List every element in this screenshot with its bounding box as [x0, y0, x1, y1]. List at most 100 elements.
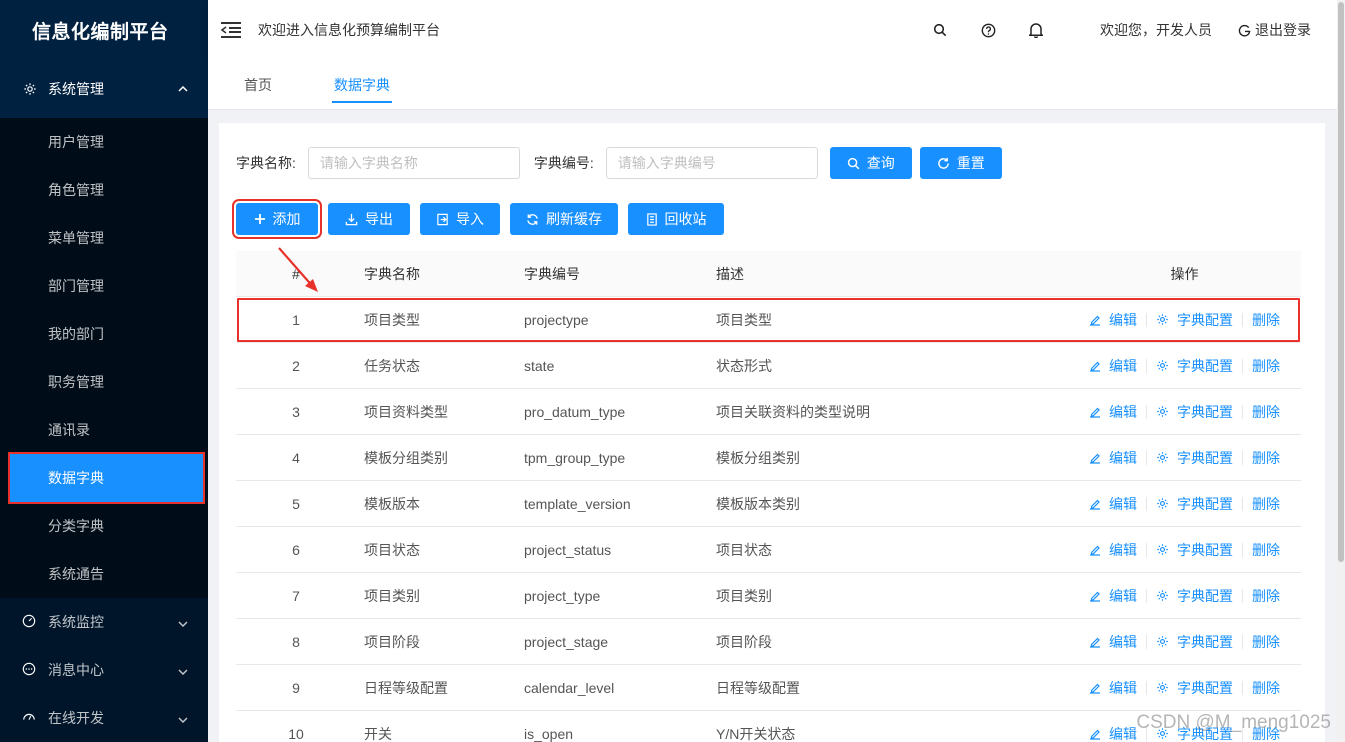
delete-link[interactable]: 删除: [1252, 632, 1280, 652]
divider: [1242, 358, 1243, 373]
delete-link[interactable]: 删除: [1252, 678, 1280, 698]
bell-icon[interactable]: [1028, 22, 1044, 38]
logout-button[interactable]: 退出登录: [1238, 20, 1311, 40]
scrollbar-thumb[interactable]: [1338, 2, 1344, 562]
sidebar-item-data-dictionary[interactable]: 数据字典: [8, 452, 205, 504]
header-actions: 欢迎您，开发人员 退出登录: [916, 0, 1337, 60]
edit-link[interactable]: 编辑: [1089, 356, 1137, 376]
reset-icon: [937, 157, 949, 169]
delete-link[interactable]: 删除: [1252, 310, 1280, 330]
search-icon[interactable]: [932, 22, 948, 38]
sidebar-item-category-dictionary[interactable]: 分类字典: [0, 502, 208, 550]
query-button[interactable]: 查询: [829, 147, 912, 179]
help-icon[interactable]: [980, 22, 996, 38]
dict-config-link[interactable]: 字典配置: [1156, 678, 1233, 698]
cell-desc: 项目类别: [716, 587, 772, 604]
annotation-arrow: [278, 247, 318, 292]
sidebar-item-departments[interactable]: 部门管理: [0, 262, 208, 310]
divider: [1146, 450, 1147, 465]
reset-button[interactable]: 重置: [919, 147, 1002, 179]
watermark: CSDN @M_meng1025: [1136, 712, 1331, 733]
sidebar-item-roles[interactable]: 角色管理: [0, 166, 208, 214]
cell-code: project_status: [524, 541, 612, 558]
delete-link[interactable]: 删除: [1252, 356, 1280, 376]
edit-label: 编辑: [1109, 541, 1137, 558]
table-row: 7 项目类别 project_type 项目类别 编辑 字典配置 删除: [236, 573, 1301, 619]
cell-actions: 编辑 字典配置 删除: [1008, 678, 1301, 698]
edit-link[interactable]: 编辑: [1089, 540, 1137, 560]
refresh-cache-button[interactable]: 刷新缓存: [510, 203, 618, 235]
edit-link[interactable]: 编辑: [1089, 448, 1137, 468]
cell-code: project_stage: [524, 633, 609, 650]
welcome-text: 欢迎进入信息化预算编制平台: [258, 22, 440, 38]
menu-group-monitor[interactable]: 系统监控: [0, 598, 208, 646]
reset-label: 重置: [956, 155, 985, 171]
add-button[interactable]: 添加: [232, 199, 322, 239]
edit-icon: [1089, 636, 1105, 648]
add-label: 添加: [272, 211, 301, 227]
dict-config-link[interactable]: 字典配置: [1156, 632, 1233, 652]
delete-link[interactable]: 删除: [1252, 494, 1280, 514]
edit-link[interactable]: 编辑: [1089, 678, 1137, 698]
edit-icon: [1089, 406, 1105, 418]
dict-name-input[interactable]: 请输入字典名称: [307, 147, 520, 179]
menu-group-label: 系统监控: [48, 614, 104, 630]
delete-link[interactable]: 删除: [1252, 402, 1280, 422]
sidebar-item-contacts[interactable]: 通讯录: [0, 406, 208, 454]
message-icon: [22, 662, 38, 678]
edit-label: 编辑: [1109, 495, 1137, 512]
cell-actions: 编辑 字典配置 删除: [1008, 356, 1301, 376]
edit-link[interactable]: 编辑: [1089, 402, 1137, 422]
import-button[interactable]: 导入: [420, 203, 500, 235]
header-code: 字典编号: [524, 265, 580, 282]
user-greeting[interactable]: 欢迎您，开发人员: [1100, 20, 1212, 40]
cell-index: 5: [292, 495, 300, 512]
divider: [1146, 404, 1147, 419]
cell-code: pro_datum_type: [524, 403, 626, 420]
scrollbar[interactable]: [1337, 0, 1345, 742]
table-row: 6 项目状态 project_status 项目状态 编辑 字典配置 删除: [236, 527, 1301, 573]
menu-group-messages[interactable]: 消息中心: [0, 646, 208, 694]
menu-group-online-dev[interactable]: 在线开发: [0, 694, 208, 742]
dict-config-link[interactable]: 字典配置: [1156, 586, 1233, 606]
logout-icon: [1238, 24, 1251, 37]
tab-home[interactable]: 首页: [218, 60, 298, 110]
recycle-bin-button[interactable]: 回收站: [628, 203, 724, 235]
cell-index: 7: [292, 587, 300, 604]
search-icon: [847, 157, 860, 169]
sidebar-item-announcements[interactable]: 系统通告: [0, 550, 208, 598]
sidebar-item-users[interactable]: 用户管理: [0, 118, 208, 166]
delete-link[interactable]: 删除: [1252, 448, 1280, 468]
dict-config-label: 字典配置: [1177, 587, 1233, 604]
dev-icon: [22, 710, 38, 726]
chevron-down-icon: [178, 662, 188, 678]
dict-config-link[interactable]: 字典配置: [1156, 448, 1233, 468]
sidebar-item-positions[interactable]: 职务管理: [0, 358, 208, 406]
edit-label: 编辑: [1109, 449, 1137, 466]
table-body: 1 项目类型 projectype 项目类型 编辑 字典配置 删除 2 任务状态 state 状态形…: [236, 297, 1301, 742]
edit-link[interactable]: 编辑: [1089, 724, 1137, 742]
gear-icon: [1156, 497, 1173, 510]
edit-link[interactable]: 编辑: [1089, 310, 1137, 330]
delete-link[interactable]: 删除: [1252, 540, 1280, 560]
dict-config-link[interactable]: 字典配置: [1156, 310, 1233, 330]
edit-link[interactable]: 编辑: [1089, 494, 1137, 514]
tab-data-dictionary[interactable]: 数据字典: [308, 60, 416, 110]
app-logo-title: 信息化编制平台: [0, 0, 208, 60]
export-button[interactable]: 导出: [328, 203, 410, 235]
dict-config-link[interactable]: 字典配置: [1156, 402, 1233, 422]
dict-config-link[interactable]: 字典配置: [1156, 540, 1233, 560]
dict-config-link[interactable]: 字典配置: [1156, 356, 1233, 376]
cell-actions: 编辑 字典配置 删除: [1008, 540, 1301, 560]
sidebar-item-menus[interactable]: 菜单管理: [0, 214, 208, 262]
cell-name: 模板版本: [364, 495, 420, 512]
delete-link[interactable]: 删除: [1252, 586, 1280, 606]
menu-group-system[interactable]: 系统管理: [0, 60, 208, 118]
edit-link[interactable]: 编辑: [1089, 586, 1137, 606]
gear-icon: [1156, 313, 1173, 326]
sidebar-item-my-department[interactable]: 我的部门: [0, 310, 208, 358]
edit-link[interactable]: 编辑: [1089, 632, 1137, 652]
dict-code-input[interactable]: 请输入字典编号: [605, 147, 818, 179]
dict-config-link[interactable]: 字典配置: [1156, 494, 1233, 514]
menu-fold-icon[interactable]: [220, 21, 242, 39]
